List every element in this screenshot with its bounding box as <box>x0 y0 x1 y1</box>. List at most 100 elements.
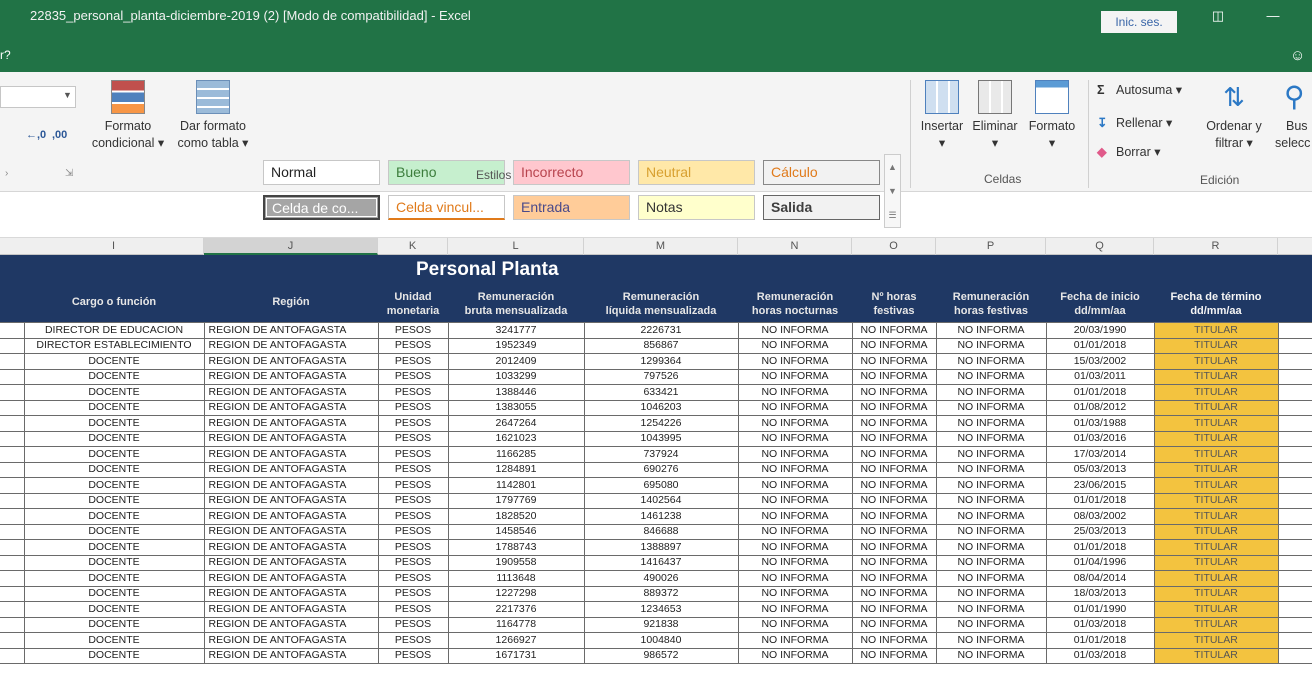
table-cell[interactable]: 1142801 <box>447 477 585 494</box>
table-cell[interactable] <box>1277 399 1312 416</box>
table-cell[interactable]: DOCENTE <box>23 461 205 478</box>
table-cell[interactable]: NO INFORMA <box>851 430 937 447</box>
table-cell[interactable]: TITULAR <box>1153 508 1279 525</box>
table-cell[interactable]: REGION DE ANTOFAGASTA <box>203 322 379 339</box>
table-cell[interactable]: 1254226 <box>583 415 739 432</box>
table-cell[interactable]: NO INFORMA <box>851 539 937 556</box>
table-cell[interactable]: TITULAR <box>1153 616 1279 633</box>
tell-me-input[interactable]: r? <box>0 48 11 62</box>
table-cell[interactable]: 1416437 <box>583 554 739 571</box>
table-cell[interactable] <box>1277 570 1312 587</box>
table-cell[interactable]: TITULAR <box>1153 570 1279 587</box>
table-cell[interactable]: NO INFORMA <box>935 647 1047 664</box>
autosum-button[interactable]: Σ Autosuma ▾ <box>1097 82 1182 97</box>
table-cell[interactable] <box>1277 446 1312 463</box>
table-cell[interactable]: NO INFORMA <box>935 554 1047 571</box>
table-cell[interactable]: NO INFORMA <box>737 601 853 618</box>
table-cell[interactable]: NO INFORMA <box>935 492 1047 509</box>
table-cell[interactable]: 01/01/2018 <box>1045 632 1155 649</box>
table-cell[interactable]: DOCENTE <box>23 353 205 370</box>
row-edge-cell[interactable] <box>0 446 25 463</box>
table-cell[interactable]: NO INFORMA <box>935 430 1047 447</box>
table-cell[interactable] <box>1277 322 1312 339</box>
table-cell[interactable]: NO INFORMA <box>737 399 853 416</box>
cell-style-8[interactable]: Notas <box>638 195 755 220</box>
table-cell[interactable]: DOCENTE <box>23 554 205 571</box>
cell-style-0[interactable]: Normal <box>263 160 380 185</box>
table-cell[interactable]: NO INFORMA <box>737 322 853 339</box>
ribbon-display-options-icon[interactable]: ◫ <box>1207 8 1229 26</box>
table-cell[interactable]: NO INFORMA <box>851 461 937 478</box>
table-cell[interactable]: REGION DE ANTOFAGASTA <box>203 492 379 509</box>
table-cell[interactable]: NO INFORMA <box>737 554 853 571</box>
table-cell[interactable]: 2012409 <box>447 353 585 370</box>
table-cell[interactable]: 1909558 <box>447 554 585 571</box>
decrease-decimal-icon[interactable]: ,00 <box>52 129 67 141</box>
table-cell[interactable]: NO INFORMA <box>851 353 937 370</box>
cell-style-4[interactable]: Cálculo <box>763 160 880 185</box>
table-cell[interactable]: 1388446 <box>447 384 585 401</box>
table-cell[interactable]: 1113648 <box>447 570 585 587</box>
row-edge-cell[interactable] <box>0 353 25 370</box>
table-cell[interactable]: 695080 <box>583 477 739 494</box>
table-cell[interactable]: NO INFORMA <box>851 632 937 649</box>
table-cell[interactable]: PESOS <box>377 368 449 385</box>
table-cell[interactable]: NO INFORMA <box>851 570 937 587</box>
table-cell[interactable]: NO INFORMA <box>851 492 937 509</box>
table-cell[interactable]: DOCENTE <box>23 585 205 602</box>
table-cell[interactable]: 1266927 <box>447 632 585 649</box>
table-cell[interactable]: REGION DE ANTOFAGASTA <box>203 601 379 618</box>
table-cell[interactable]: NO INFORMA <box>737 430 853 447</box>
table-cell[interactable]: 1227298 <box>447 585 585 602</box>
table-cell[interactable]: DOCENTE <box>23 632 205 649</box>
table-cell[interactable]: 01/01/1990 <box>1045 601 1155 618</box>
column-header-j[interactable]: J <box>204 238 378 255</box>
table-cell[interactable] <box>1277 492 1312 509</box>
table-cell[interactable]: 01/03/2018 <box>1045 647 1155 664</box>
table-cell[interactable]: NO INFORMA <box>851 322 937 339</box>
table-cell[interactable]: PESOS <box>377 570 449 587</box>
table-cell[interactable] <box>1277 461 1312 478</box>
table-cell[interactable]: 1166285 <box>447 446 585 463</box>
table-cell[interactable]: REGION DE ANTOFAGASTA <box>203 508 379 525</box>
table-cell[interactable] <box>1277 585 1312 602</box>
table-cell[interactable]: NO INFORMA <box>737 337 853 354</box>
table-cell[interactable]: DOCENTE <box>23 647 205 664</box>
table-cell[interactable]: NO INFORMA <box>851 337 937 354</box>
table-cell[interactable]: NO INFORMA <box>851 508 937 525</box>
column-header-o[interactable]: O <box>852 238 936 255</box>
table-cell[interactable]: DIRECTOR DE EDUCACION <box>23 322 205 339</box>
cell-style-6[interactable]: Celda vincul... <box>388 195 505 220</box>
table-cell[interactable]: NO INFORMA <box>737 570 853 587</box>
gallery-more-icon[interactable]: ☰ <box>885 203 900 227</box>
table-cell[interactable]: TITULAR <box>1153 461 1279 478</box>
cell-style-2[interactable]: Incorrecto <box>513 160 630 185</box>
table-cell[interactable]: NO INFORMA <box>851 647 937 664</box>
minimize-icon[interactable]: — <box>1262 8 1284 26</box>
table-cell[interactable]: REGION DE ANTOFAGASTA <box>203 399 379 416</box>
table-cell[interactable]: DOCENTE <box>23 523 205 540</box>
table-cell[interactable]: REGION DE ANTOFAGASTA <box>203 337 379 354</box>
table-cell[interactable]: 1788743 <box>447 539 585 556</box>
table-cell[interactable]: NO INFORMA <box>737 585 853 602</box>
table-cell[interactable]: 490026 <box>583 570 739 587</box>
row-edge-cell[interactable] <box>0 461 25 478</box>
table-cell[interactable] <box>1277 477 1312 494</box>
table-cell[interactable]: 1046203 <box>583 399 739 416</box>
table-cell[interactable]: NO INFORMA <box>737 446 853 463</box>
table-cell[interactable]: NO INFORMA <box>935 508 1047 525</box>
table-cell[interactable]: PESOS <box>377 430 449 447</box>
table-cell[interactable]: TITULAR <box>1153 384 1279 401</box>
table-cell[interactable]: 2217376 <box>447 601 585 618</box>
table-cell[interactable]: TITULAR <box>1153 368 1279 385</box>
table-cell[interactable]: 856867 <box>583 337 739 354</box>
table-cell[interactable]: TITULAR <box>1153 632 1279 649</box>
table-cell[interactable]: PESOS <box>377 353 449 370</box>
column-header-k[interactable]: K <box>378 238 448 255</box>
increase-decimal-icon[interactable]: ←,0 <box>26 129 46 141</box>
table-cell[interactable]: 1004840 <box>583 632 739 649</box>
fill-button[interactable]: ↧ Rellenar ▾ <box>1097 115 1172 130</box>
sort-filter-button[interactable]: ⇅ Ordenar y filtrar ▾ <box>1200 80 1268 152</box>
column-header-i[interactable]: I <box>24 238 204 255</box>
table-cell[interactable] <box>1277 337 1312 354</box>
